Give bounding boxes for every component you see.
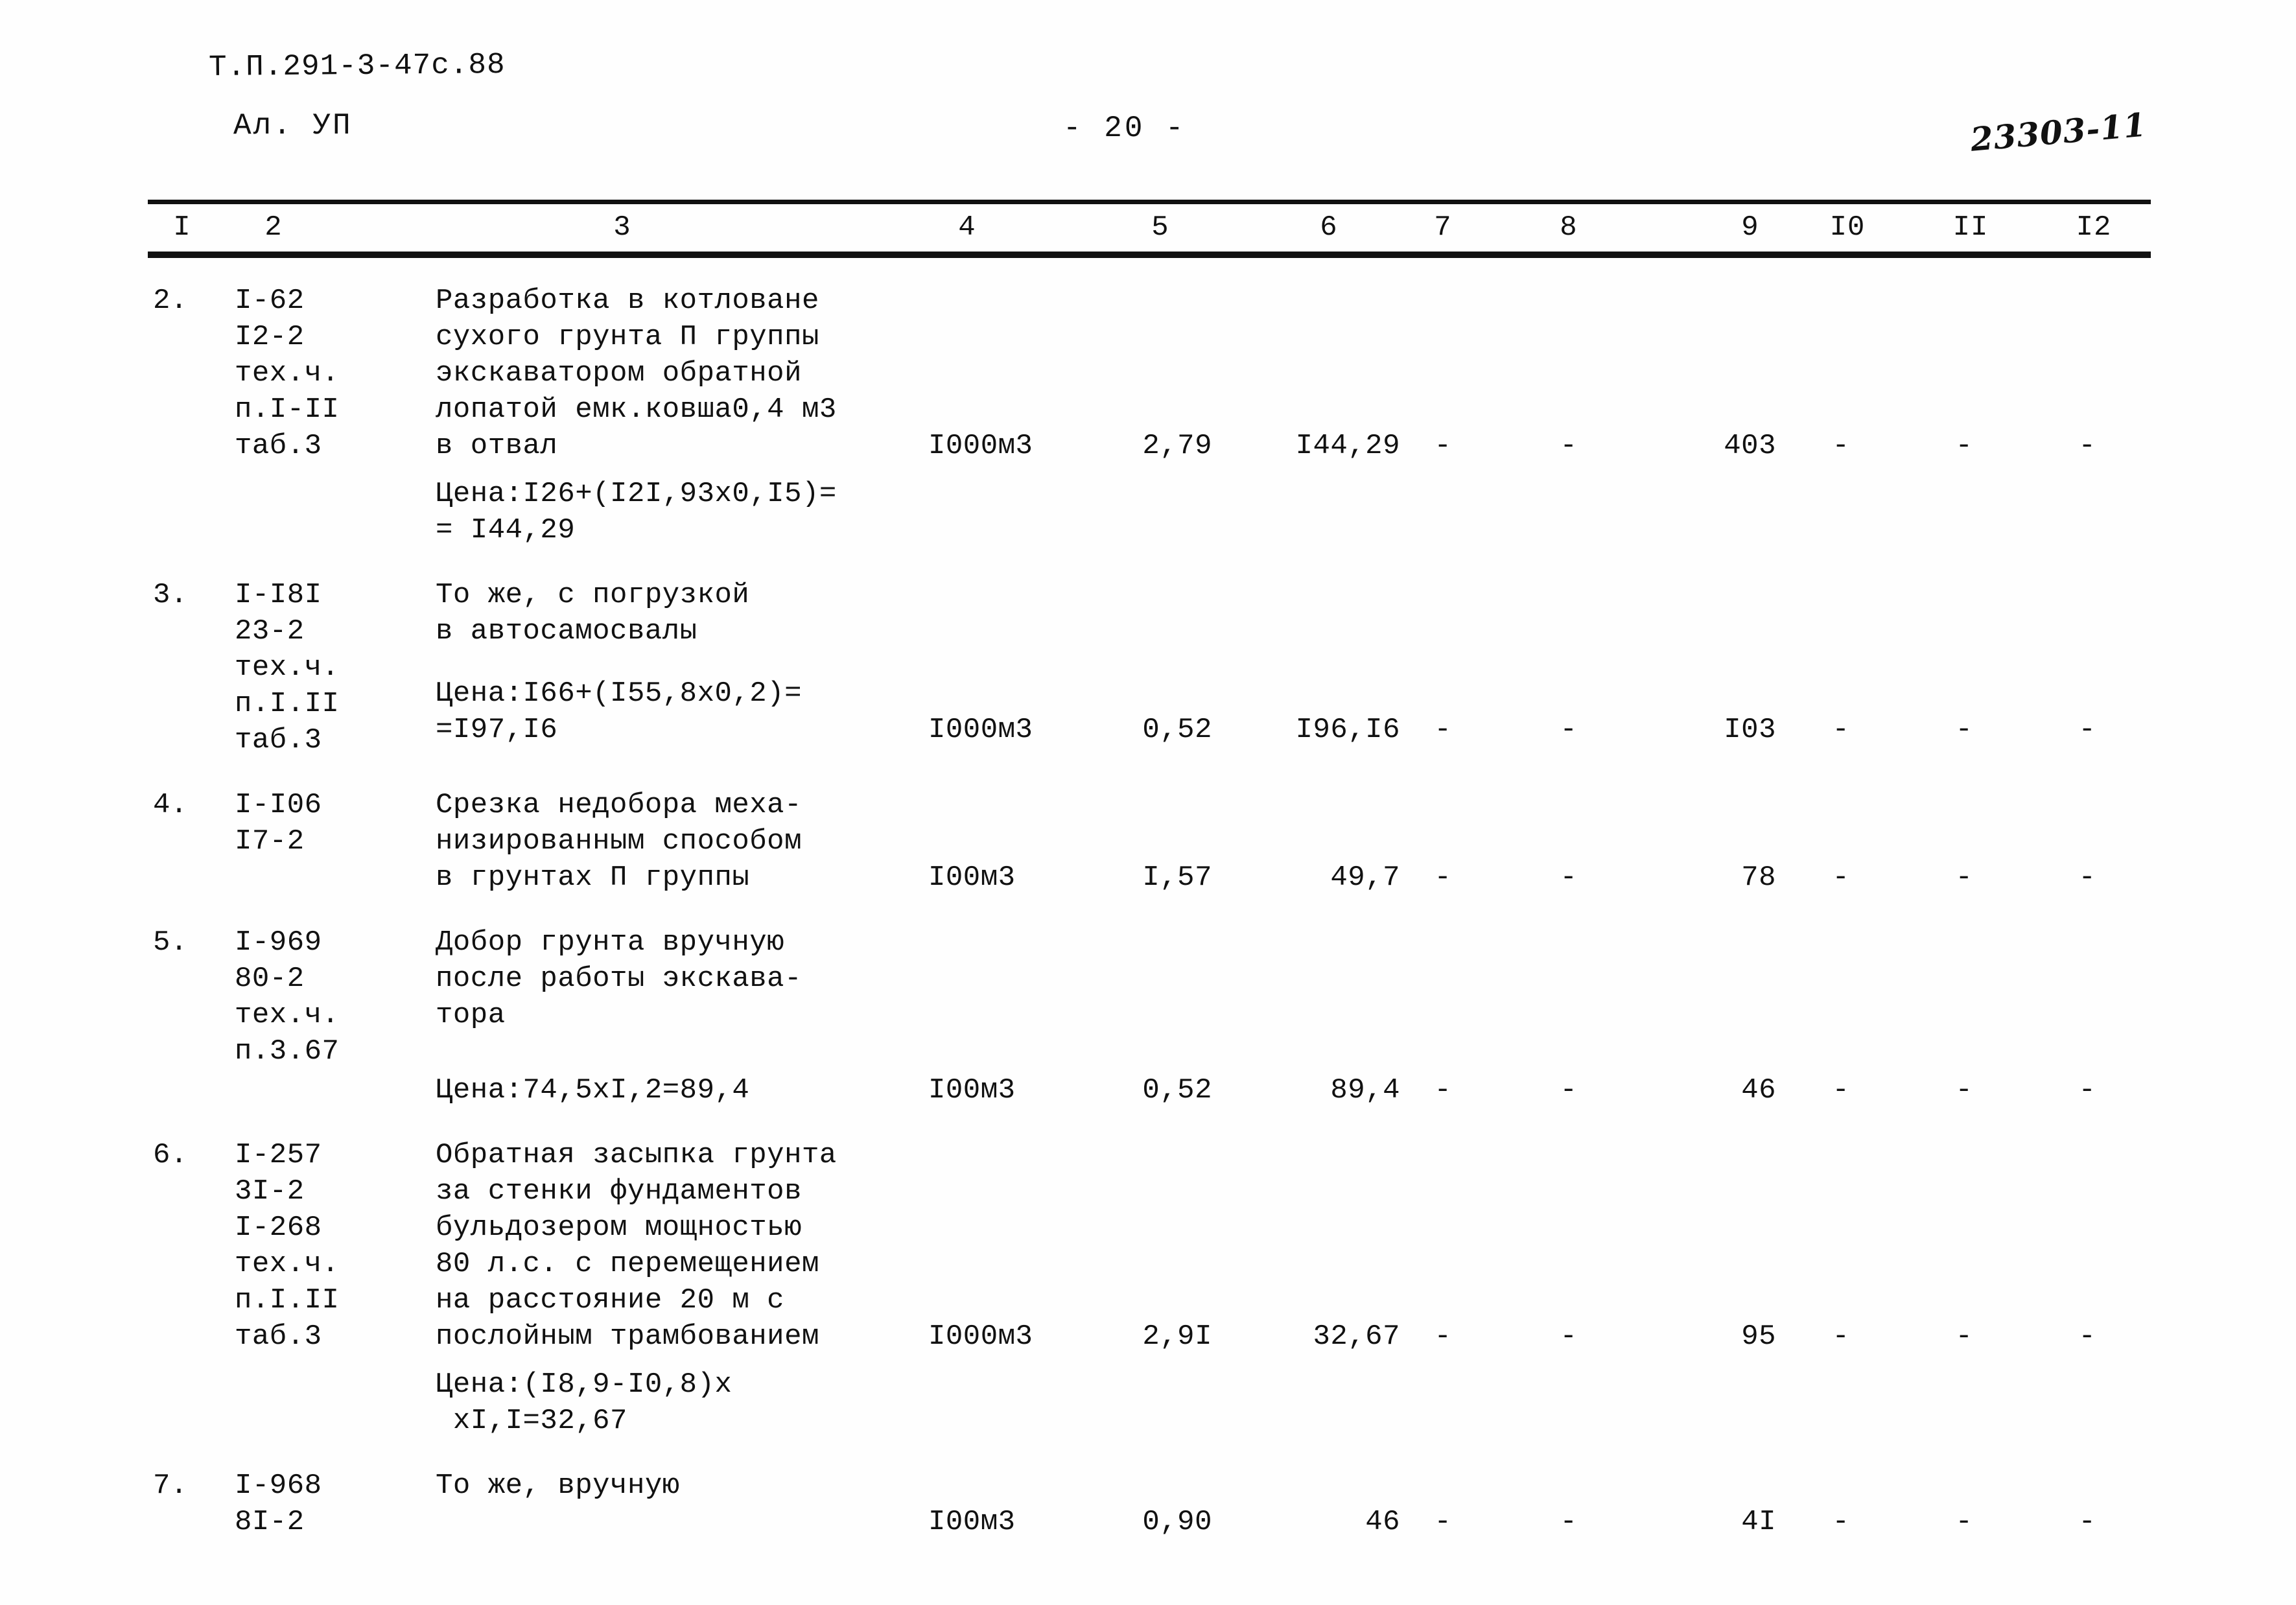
row-quantity-cell: 2,9I — [1142, 1320, 1212, 1353]
row-col10-cell: - — [1832, 1506, 1850, 1538]
row-col8-cell: - — [1560, 861, 1578, 894]
page-number: - 20 - — [1063, 111, 1186, 145]
row-col10-cell: - — [1832, 1074, 1850, 1107]
archive-mark: 23303-11 — [1969, 105, 2148, 159]
row-description-cell: То же, вручную — [436, 1470, 680, 1502]
column-header-4: 4 — [958, 211, 976, 244]
row-col9-cell: 4I — [1741, 1506, 1776, 1538]
row-description-cell: То же, с погрузкой в автосамосвалы — [436, 579, 750, 648]
column-header-I2: I2 — [2076, 211, 2112, 244]
document-code: Т.П.291-3-47с.88 — [208, 48, 506, 84]
table-header-rule — [148, 252, 2151, 258]
row-code-cell: I-257 3I-2 I-268 тех.ч. п.I.II таб.3 — [235, 1139, 340, 1353]
row-description-cell: Разработка в котловане сухого грунта П г… — [436, 285, 837, 462]
row-price-cell: 32,67 — [1313, 1320, 1400, 1353]
row-col8-cell: - — [1560, 714, 1578, 746]
row-unit-cell: I000м3 — [928, 430, 1033, 462]
row-unit-cell: I00м3 — [928, 861, 1016, 894]
row-code-cell: I-I06 I7-2 — [235, 789, 322, 858]
column-header-3: 3 — [613, 211, 631, 244]
row-col8-cell: - — [1560, 1074, 1578, 1107]
row-price-note: Цена:I66+(I55,8x0,2)= =I97,I6 — [436, 677, 802, 746]
document-page: Т.П.291-3-47с.88 Ал. УП - 20 - 23303-11 … — [0, 0, 2296, 1605]
row-col8-cell: - — [1560, 430, 1578, 462]
row-col11-cell: - — [1955, 430, 1973, 462]
row-col12-cell: - — [2078, 1074, 2096, 1107]
row-number-6: 6. — [153, 1139, 188, 1171]
column-header-2: 2 — [264, 211, 283, 244]
row-code-cell: I-62 I2-2 тех.ч. п.I-II таб.3 — [235, 285, 340, 462]
row-price-note: Цена:I26+(I2I,93x0,I5)= = I44,29 — [436, 478, 837, 546]
row-col7-cell: - — [1434, 714, 1452, 746]
album-label: Ал. УП — [233, 109, 353, 143]
table-top-rule — [148, 200, 2151, 204]
row-col11-cell: - — [1955, 714, 1973, 746]
row-col10-cell: - — [1832, 861, 1850, 894]
row-col7-cell: - — [1434, 430, 1452, 462]
row-col11-cell: - — [1955, 1074, 1973, 1107]
column-header-II: II — [1952, 211, 1989, 244]
row-price-cell: 89,4 — [1330, 1074, 1400, 1107]
row-price-cell: 49,7 — [1330, 861, 1400, 894]
row-code-cell: I-I8I 23-2 тех.ч. п.I.II таб.3 — [235, 579, 340, 756]
row-col12-cell: - — [2078, 714, 2096, 746]
row-unit-cell: I000м3 — [928, 1320, 1033, 1353]
row-description-cell: Обратная засыпка грунта за стенки фундам… — [436, 1139, 837, 1353]
row-price-note: Цена:(I8,9-I0,8)x xI,I=32,67 — [436, 1368, 732, 1437]
row-number-3: 3. — [153, 579, 188, 611]
row-quantity-cell: 0,52 — [1142, 714, 1212, 746]
row-col11-cell: - — [1955, 1320, 1973, 1353]
row-code-cell: I-968 8I-2 — [235, 1470, 322, 1538]
row-col7-cell: - — [1434, 1074, 1452, 1107]
column-header-7: 7 — [1434, 211, 1452, 244]
row-number-7: 7. — [153, 1470, 188, 1502]
column-header-5: 5 — [1151, 211, 1169, 244]
row-price-note: Цена:74,5xI,2=89,4 — [436, 1074, 750, 1107]
row-price-cell: I44,29 — [1295, 430, 1400, 462]
row-col7-cell: - — [1434, 1506, 1452, 1538]
row-number-2: 2. — [153, 285, 188, 317]
row-col9-cell: 95 — [1741, 1320, 1776, 1353]
row-unit-cell: I000м3 — [928, 714, 1033, 746]
row-price-cell: I96,I6 — [1295, 714, 1400, 746]
column-header-I: I — [173, 211, 191, 244]
column-header-6: 6 — [1320, 211, 1338, 244]
row-col10-cell: - — [1832, 1320, 1850, 1353]
row-col7-cell: - — [1434, 1320, 1452, 1353]
row-col9-cell: 78 — [1741, 861, 1776, 894]
row-col9-cell: I03 — [1724, 714, 1776, 746]
row-unit-cell: I00м3 — [928, 1506, 1016, 1538]
row-col8-cell: - — [1560, 1320, 1578, 1353]
row-col10-cell: - — [1832, 714, 1850, 746]
row-quantity-cell: 2,79 — [1142, 430, 1212, 462]
row-col9-cell: 46 — [1741, 1074, 1776, 1107]
row-quantity-cell: 0,52 — [1142, 1074, 1212, 1107]
row-price-cell: 46 — [1365, 1506, 1400, 1538]
row-col9-cell: 403 — [1724, 430, 1776, 462]
row-col10-cell: - — [1832, 430, 1850, 462]
row-col7-cell: - — [1434, 861, 1452, 894]
row-code-cell: I-969 80-2 тех.ч. п.3.67 — [235, 926, 340, 1068]
row-description-cell: Добор грунта вручную после работы экскав… — [436, 926, 802, 1031]
column-header-I0: I0 — [1829, 211, 1866, 244]
row-col8-cell: - — [1560, 1506, 1578, 1538]
row-col11-cell: - — [1955, 861, 1973, 894]
row-col12-cell: - — [2078, 430, 2096, 462]
row-quantity-cell: I,57 — [1142, 861, 1212, 894]
row-number-5: 5. — [153, 926, 188, 959]
row-col12-cell: - — [2078, 1506, 2096, 1538]
column-header-9: 9 — [1741, 211, 1759, 244]
row-quantity-cell: 0,90 — [1142, 1506, 1212, 1538]
row-unit-cell: I00м3 — [928, 1074, 1016, 1107]
row-description-cell: Срезка недобора меха- низированным спосо… — [436, 789, 802, 894]
row-number-4: 4. — [153, 789, 188, 821]
row-col12-cell: - — [2078, 1320, 2096, 1353]
row-col11-cell: - — [1955, 1506, 1973, 1538]
column-header-8: 8 — [1560, 211, 1578, 244]
row-col12-cell: - — [2078, 861, 2096, 894]
